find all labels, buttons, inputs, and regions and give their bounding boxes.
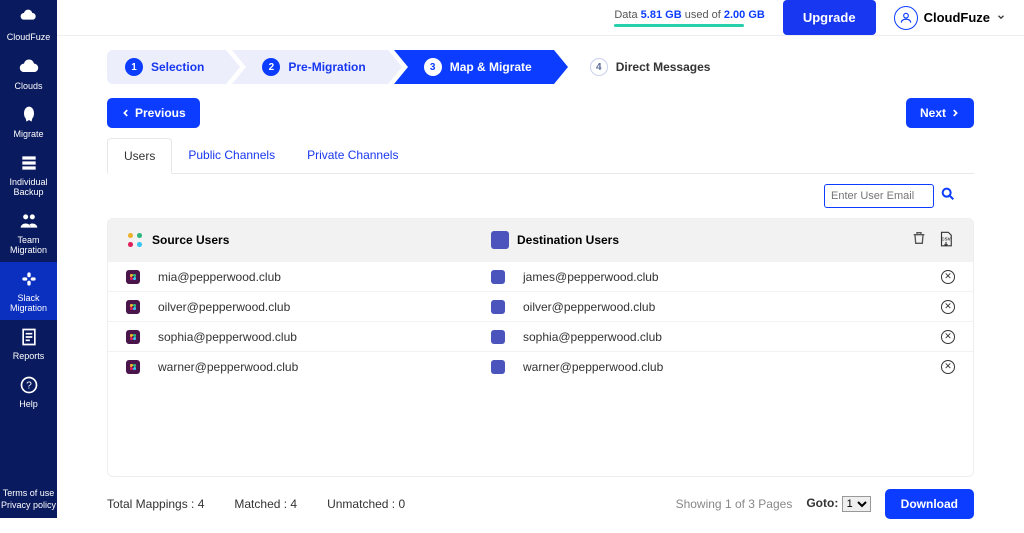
sidebar: CloudFuze Clouds Migrate Individual Back…: [0, 0, 57, 518]
search-input[interactable]: [824, 184, 934, 208]
slack-icon: [126, 300, 140, 314]
table-empty-space: [108, 381, 973, 476]
slack-icon: [19, 269, 39, 289]
previous-button[interactable]: Previous: [107, 98, 200, 128]
workspace: 1Selection 2Pre-Migration 3Map & Migrate…: [57, 36, 1024, 533]
sidebar-item-clouds[interactable]: Clouds: [0, 50, 57, 98]
backup-icon: [19, 153, 39, 173]
search-icon[interactable]: [940, 186, 956, 207]
chevron-right-icon: [950, 108, 960, 118]
upgrade-button[interactable]: Upgrade: [783, 0, 876, 35]
remove-row-icon[interactable]: ✕: [941, 360, 955, 374]
data-usage: Data 5.81 GB used of 2.00 GB: [614, 9, 764, 27]
next-button[interactable]: Next: [906, 98, 974, 128]
sidebar-item-reports[interactable]: Reports: [0, 320, 57, 368]
privacy-link[interactable]: Privacy policy: [0, 499, 57, 512]
showing-pages: Showing 1 of 3 Pages: [676, 497, 793, 511]
slack-icon: [126, 360, 140, 374]
teams-icon: [491, 270, 505, 284]
remove-row-icon[interactable]: ✕: [941, 300, 955, 314]
tab-users[interactable]: Users: [107, 138, 172, 174]
main: Data 5.81 GB used of 2.00 GB Upgrade Clo…: [57, 0, 1024, 518]
slack-logo-icon: [126, 231, 144, 249]
table-row: oilver@pepperwood.club oilver@pepperwood…: [108, 291, 973, 321]
profile-menu[interactable]: CloudFuze: [894, 6, 1006, 30]
table-footer: Total Mappings : 4 Matched : 4 Unmatched…: [107, 477, 974, 519]
usage-bar: [614, 24, 744, 27]
user-icon: [894, 6, 918, 30]
teams-logo-icon: [491, 231, 509, 249]
table-row: warner@pepperwood.club warner@pepperwood…: [108, 351, 973, 381]
remove-row-icon[interactable]: ✕: [941, 270, 955, 284]
help-icon: ?: [19, 375, 39, 395]
teams-icon: [491, 330, 505, 344]
slack-icon: [126, 270, 140, 284]
download-button[interactable]: Download: [885, 489, 974, 519]
step-selection[interactable]: 1Selection: [107, 50, 226, 84]
nav-row: Previous Next: [107, 98, 974, 128]
goto-select[interactable]: 1: [842, 496, 871, 512]
svg-text:?: ?: [26, 380, 32, 391]
reports-icon: [19, 327, 39, 347]
step-direct-messages[interactable]: 4Direct Messages: [560, 50, 733, 84]
table-row: mia@pepperwood.club james@pepperwood.clu…: [108, 261, 973, 291]
csv-export-icon[interactable]: CSV: [937, 230, 955, 251]
total-mappings: Total Mappings : 4: [107, 497, 204, 511]
delete-all-icon[interactable]: [911, 230, 927, 251]
sidebar-item-individual-backup[interactable]: Individual Backup: [0, 146, 57, 204]
step-pre-migration[interactable]: 2Pre-Migration: [232, 50, 387, 84]
tab-public-channels[interactable]: Public Channels: [172, 138, 291, 173]
sidebar-item-migrate[interactable]: Migrate: [0, 98, 57, 146]
slack-icon: [126, 330, 140, 344]
remove-row-icon[interactable]: ✕: [941, 330, 955, 344]
logo-label: CloudFuze: [7, 32, 51, 42]
stepper: 1Selection 2Pre-Migration 3Map & Migrate…: [107, 50, 974, 84]
matched-count: Matched : 4: [234, 497, 297, 511]
teams-icon: [491, 360, 505, 374]
table-row: sophia@pepperwood.club sophia@pepperwood…: [108, 321, 973, 351]
sidebar-item-slack-migration[interactable]: Slack Migration: [0, 262, 57, 320]
goto-page: Goto: 1: [806, 496, 870, 512]
cloud-icon: [19, 57, 39, 77]
search-row: [107, 174, 974, 218]
rocket-icon: [19, 105, 39, 125]
unmatched-count: Unmatched : 0: [327, 497, 405, 511]
sidebar-item-team-migration[interactable]: Team Migration: [0, 204, 57, 262]
sidebar-logo[interactable]: CloudFuze: [0, 0, 57, 50]
team-icon: [19, 211, 39, 231]
tab-private-channels[interactable]: Private Channels: [291, 138, 414, 173]
chevron-left-icon: [121, 108, 131, 118]
logo-icon: [19, 8, 39, 28]
chevron-down-icon: [996, 10, 1006, 25]
svg-text:CSV: CSV: [941, 236, 950, 241]
topbar: Data 5.81 GB used of 2.00 GB Upgrade Clo…: [57, 0, 1024, 36]
sidebar-item-help[interactable]: ? Help: [0, 368, 57, 416]
table-header: Source Users Destination Users CSV: [108, 219, 973, 261]
step-map-migrate[interactable]: 3Map & Migrate: [394, 50, 554, 84]
terms-link[interactable]: Terms of use: [0, 487, 57, 500]
mapping-table: Source Users Destination Users CSV mia@p…: [107, 218, 974, 477]
teams-icon: [491, 300, 505, 314]
tabs: Users Public Channels Private Channels: [107, 138, 974, 174]
sidebar-footer: Terms of use Privacy policy: [0, 487, 57, 512]
